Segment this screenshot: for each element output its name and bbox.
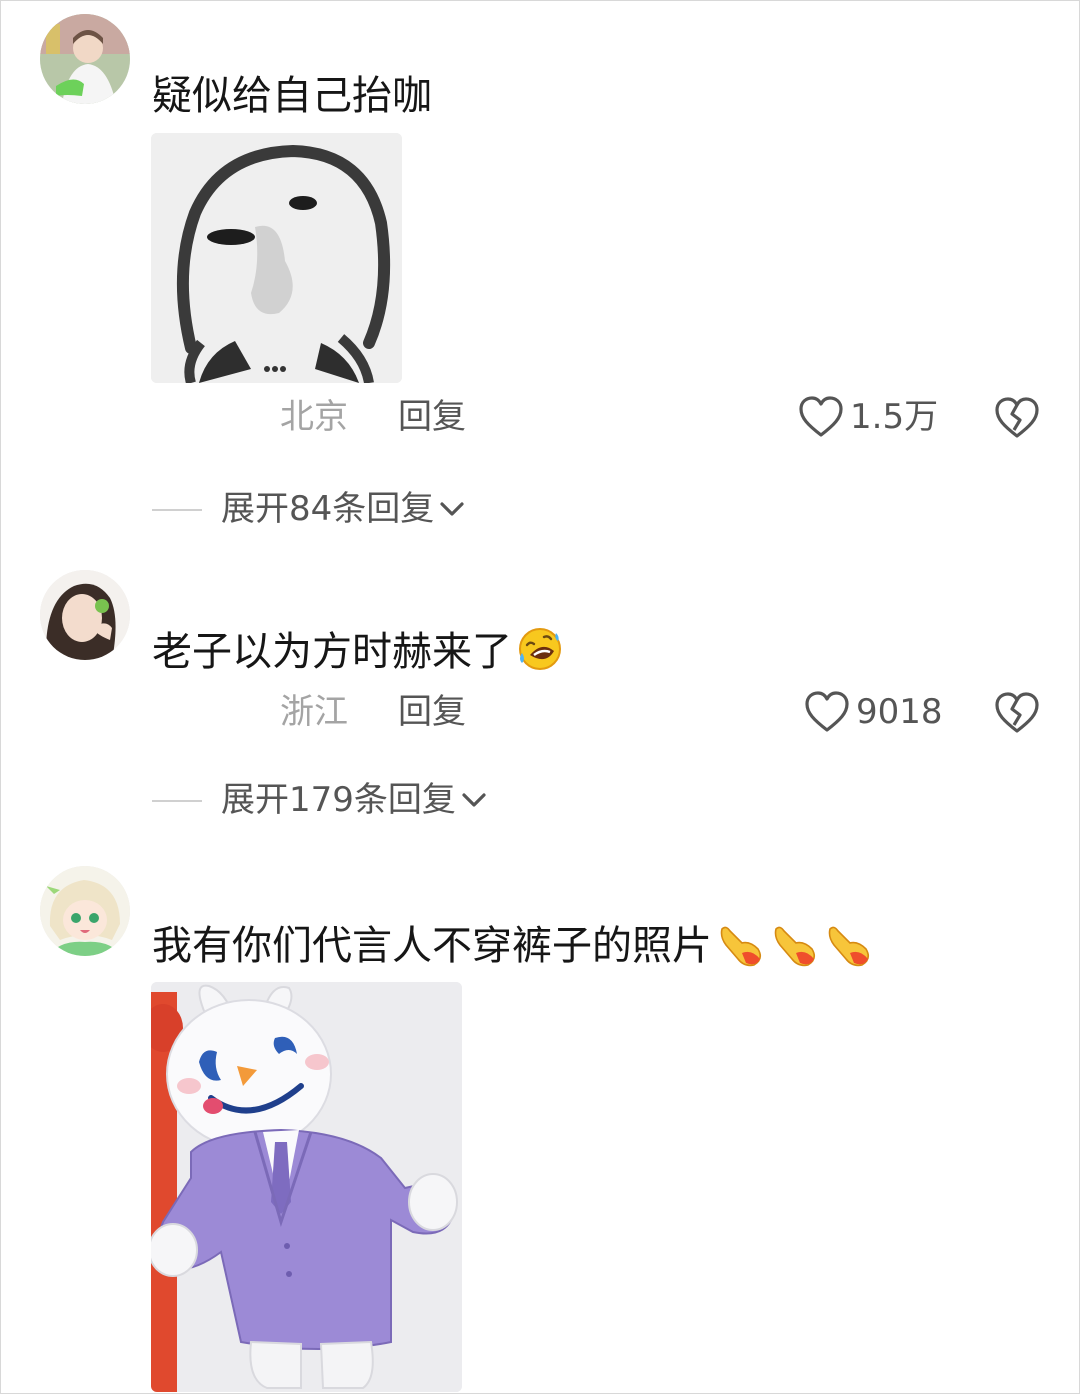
- comment-text-content: 老子以为方时赫来了: [152, 629, 512, 675]
- avatar[interactable]: [40, 14, 130, 104]
- expand-replies-label: 展开84条回复: [221, 489, 435, 529]
- dislike-button[interactable]: [994, 396, 1040, 444]
- comment-image[interactable]: [151, 133, 402, 383]
- expand-replies[interactable]: 展开84条回复: [0, 486, 1080, 532]
- sketch-face-meme-icon: [151, 133, 402, 383]
- chevron-down-icon: [460, 790, 488, 810]
- avatar[interactable]: [40, 866, 130, 956]
- ip-location: 浙江: [280, 692, 348, 732]
- comment-text: 疑似给自己抬咖: [152, 73, 432, 119]
- heart-icon: [799, 396, 843, 437]
- rolling-laughing-emoji-icon: [516, 625, 564, 688]
- expand-replies[interactable]: 展开179条回复: [0, 777, 1080, 823]
- like-count: 9018: [856, 692, 943, 732]
- like-button[interactable]: 1.5万: [798, 392, 938, 442]
- comment-meta: 北京 回复 1.5万: [0, 392, 1080, 442]
- comment-text: 老子以为方时赫来了: [152, 624, 564, 688]
- divider-line: [152, 800, 202, 802]
- expand-replies-label: 展开179条回复: [221, 780, 456, 820]
- ip-location: 北京: [280, 397, 348, 437]
- reply-button[interactable]: 回复: [398, 687, 466, 737]
- avatar[interactable]: [40, 570, 130, 660]
- comment-meta: 浙江 回复 9018: [0, 687, 1080, 737]
- avatar-image: [40, 14, 130, 104]
- reply-button[interactable]: 回复: [398, 392, 466, 442]
- heart-icon: [805, 691, 849, 732]
- like-count: 1.5万: [850, 397, 939, 437]
- dislike-button[interactable]: [994, 691, 1040, 739]
- comment-text-content: 我有你们代言人不穿裤子的照片: [152, 923, 712, 969]
- chevron-down-icon: [438, 499, 466, 519]
- broken-heart-icon: [995, 692, 1039, 733]
- divider-line: [152, 509, 202, 511]
- broken-heart-icon: [995, 397, 1039, 438]
- avatar-image: [40, 570, 130, 660]
- comment-image[interactable]: [151, 982, 462, 1392]
- avatar-image: [40, 866, 130, 956]
- like-button[interactable]: 9018: [804, 687, 943, 737]
- comment-text: 我有你们代言人不穿裤子的照片: [152, 918, 880, 982]
- bunny-mascot-purple-suit-icon: [151, 982, 462, 1392]
- pointing-hand-emoji-icon: [716, 919, 880, 982]
